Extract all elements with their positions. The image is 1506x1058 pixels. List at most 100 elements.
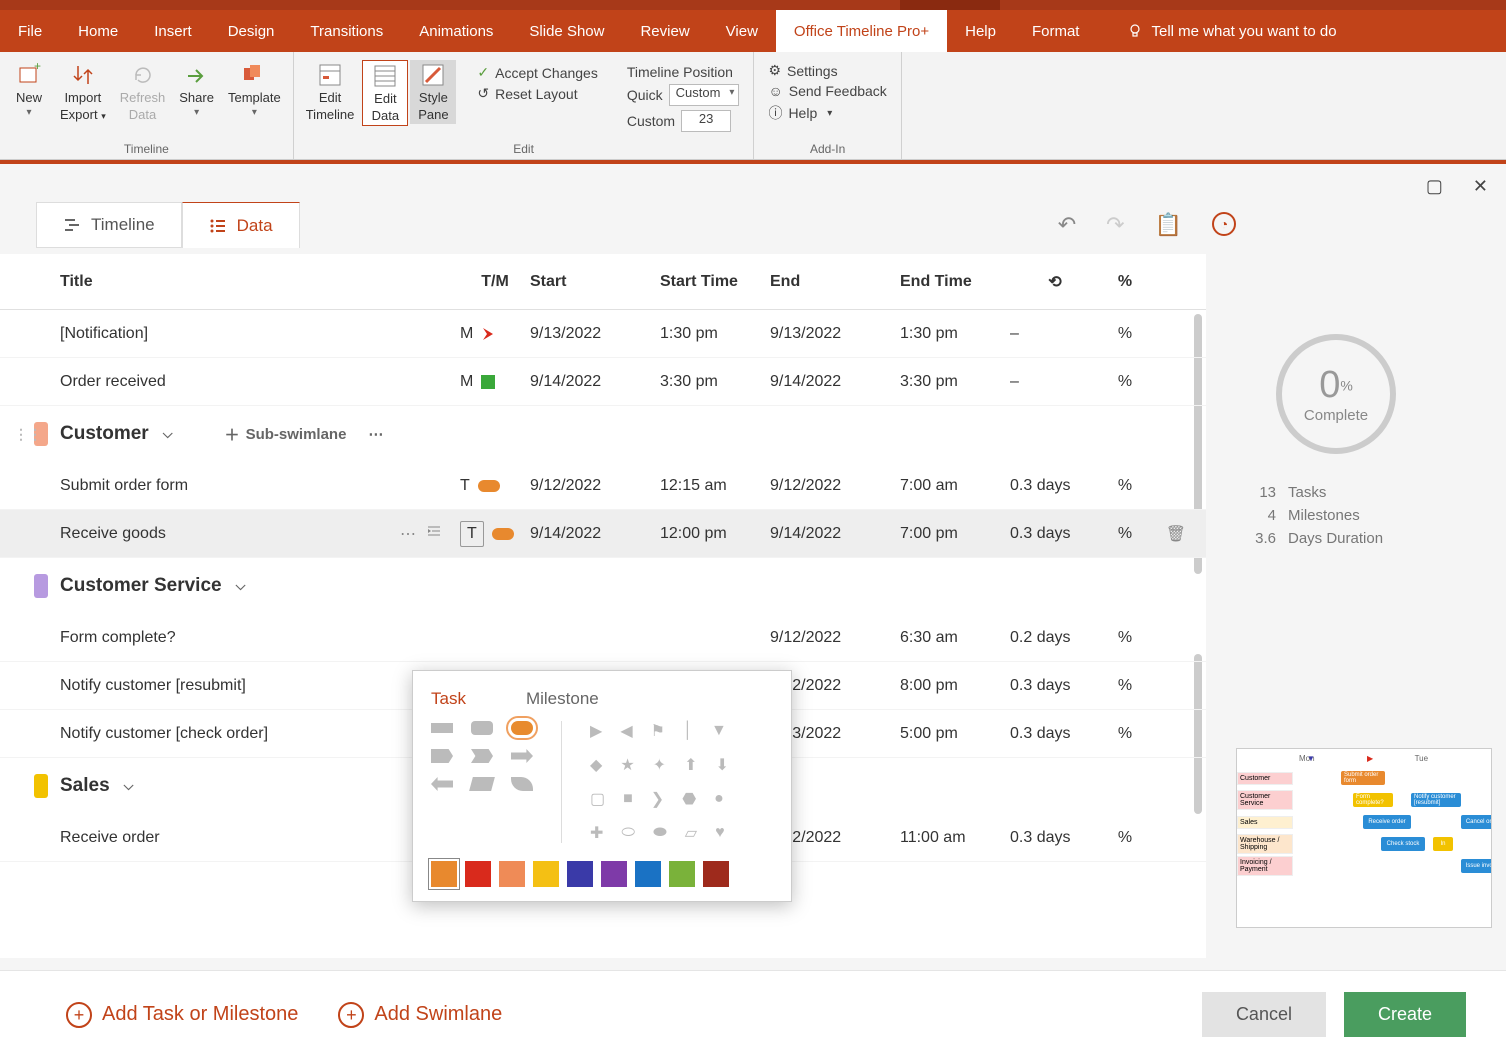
tab-data[interactable]: Data <box>182 202 300 248</box>
col-end[interactable]: End <box>770 273 900 291</box>
table-row[interactable]: Form complete? 9/12/2022 6:30 am 0.2 day… <box>0 614 1206 662</box>
more-icon[interactable]: ⋯ <box>400 524 416 544</box>
color-swatch[interactable] <box>601 861 627 887</box>
custom-input[interactable]: 23 <box>681 110 731 132</box>
share-button[interactable]: Share ▾ <box>173 60 220 120</box>
table-row[interactable]: [Notification] M 9/13/2022 1:30 pm 9/13/… <box>0 310 1206 358</box>
trash-icon[interactable]: 🗑 <box>1166 524 1186 544</box>
shape-play[interactable]: ▶ <box>590 721 602 741</box>
color-swatch[interactable] <box>465 861 491 887</box>
shape-drop[interactable]: ⬭ <box>621 824 635 842</box>
template-button[interactable]: Template ▾ <box>222 60 287 120</box>
tell-me-search[interactable]: Tell me what you want to do <box>1127 10 1336 52</box>
color-swatch[interactable] <box>431 861 457 887</box>
shape-flag[interactable]: ⚑ <box>651 721 665 741</box>
swimlane-customer[interactable]: ⋮⋮ Customer ⌵ ＋Sub-swimlane ⋯ <box>0 406 1206 462</box>
swimlane-customer-service[interactable]: Customer Service ⌵ <box>0 558 1206 614</box>
shape-square-solid[interactable]: ■ <box>623 790 633 808</box>
color-swatch[interactable] <box>703 861 729 887</box>
shape-parallelogram-ms[interactable]: ▱ <box>685 823 697 843</box>
shape-chevron[interactable] <box>471 749 493 763</box>
tab-timeline[interactable]: Timeline <box>36 202 182 248</box>
col-end-time[interactable]: End Time <box>900 273 1010 291</box>
new-button[interactable]: + New ▾ <box>6 60 52 120</box>
color-swatch[interactable] <box>635 861 661 887</box>
add-task-milestone-button[interactable]: + Add Task or Milestone <box>66 1002 298 1028</box>
shape-star[interactable]: ★ <box>620 755 634 775</box>
table-row[interactable]: Submit order form T 9/12/2022 12:15 am 9… <box>0 462 1206 510</box>
import-export-button[interactable]: Import Export ▾ <box>54 60 112 124</box>
color-swatch[interactable] <box>533 861 559 887</box>
menu-file[interactable]: File <box>0 10 60 52</box>
col-tm[interactable]: T/M <box>460 273 530 291</box>
shape-arrow-left[interactable] <box>431 777 453 791</box>
accept-changes-button[interactable]: ✓Accept Changes <box>477 64 597 81</box>
more-icon[interactable]: ⋯ <box>368 425 383 443</box>
add-sub-swimlane-button[interactable]: ＋Sub-swimlane <box>225 424 347 445</box>
shape-burst[interactable]: ✦ <box>653 755 666 775</box>
menu-view[interactable]: View <box>708 10 776 52</box>
feedback-button[interactable]: ☺Send Feedback <box>768 83 886 99</box>
shape-rect-thin[interactable] <box>431 723 453 733</box>
table-row-active[interactable]: ⋯ Receive goods T 9/14/2022 12:00 pm 9/1… <box>0 510 1206 558</box>
popup-tab-milestone[interactable]: Milestone <box>526 689 599 709</box>
menu-help[interactable]: Help <box>947 10 1014 52</box>
shape-tag[interactable] <box>431 749 453 763</box>
shape-shield[interactable]: ⬣ <box>682 789 696 809</box>
shape-arrow-right[interactable] <box>511 749 533 763</box>
edit-timeline-button[interactable]: Edit Timeline <box>300 60 361 124</box>
add-swimlane-button[interactable]: + Add Swimlane <box>338 1002 502 1028</box>
col-pct[interactable]: % <box>1100 273 1150 291</box>
chevron-down-icon[interactable]: ⌵ <box>236 578 246 594</box>
shape-drop2[interactable]: ⬬ <box>653 824 667 842</box>
close-icon[interactable]: ✕ <box>1473 176 1488 197</box>
col-title[interactable]: Title <box>60 273 460 291</box>
shape-line[interactable]: │ <box>683 722 693 740</box>
cancel-button[interactable]: Cancel <box>1202 992 1326 1037</box>
shape-chevron-right[interactable]: ❯ <box>651 789 664 809</box>
color-swatch[interactable] <box>669 861 695 887</box>
menu-format[interactable]: Format <box>1014 10 1098 52</box>
shape-rounded[interactable] <box>471 721 493 735</box>
shape-leaf[interactable] <box>511 777 533 791</box>
color-swatch[interactable] <box>499 861 525 887</box>
quick-select[interactable]: Custom <box>669 84 740 106</box>
indent-icon[interactable] <box>426 524 442 543</box>
menu-slideshow[interactable]: Slide Show <box>511 10 622 52</box>
shape-diamond[interactable]: ◆ <box>590 755 602 775</box>
chevron-down-icon[interactable]: ⌵ <box>124 778 134 794</box>
menu-transitions[interactable]: Transitions <box>292 10 401 52</box>
shape-tri-down[interactable]: ▼ <box>711 722 727 740</box>
menu-review[interactable]: Review <box>622 10 707 52</box>
settings-button[interactable]: ⚙Settings <box>768 62 837 79</box>
clipboard-icon[interactable]: 📋 <box>1155 212 1182 238</box>
style-pane-button[interactable]: Style Pane <box>410 60 456 124</box>
col-start[interactable]: Start <box>530 273 660 291</box>
reset-layout-button[interactable]: ↺Reset Layout <box>477 85 577 102</box>
undo-icon[interactable]: ↶ <box>1058 212 1076 238</box>
cell-tm-boxed[interactable]: T <box>460 521 484 547</box>
task-shape-icon[interactable] <box>492 528 514 540</box>
shape-plus[interactable]: ✚ <box>590 823 603 843</box>
clock-icon[interactable]: ◔ <box>1212 212 1236 236</box>
col-start-time[interactable]: Start Time <box>660 273 770 291</box>
color-swatch[interactable] <box>567 861 593 887</box>
maximize-icon[interactable]: ▢ <box>1426 176 1443 197</box>
shape-play-left[interactable]: ◀ <box>620 721 632 741</box>
table-row[interactable]: Order received M 9/14/2022 3:30 pm 9/14/… <box>0 358 1206 406</box>
chevron-down-icon[interactable]: ⌵ <box>163 426 173 442</box>
popup-tab-task[interactable]: Task <box>431 689 466 709</box>
shape-pill-selected[interactable] <box>511 721 533 735</box>
shape-arrow-down[interactable]: ⬇ <box>715 755 728 775</box>
menu-design[interactable]: Design <box>210 10 293 52</box>
menu-office-timeline[interactable]: Office Timeline Pro+ <box>776 10 947 52</box>
drag-handle-icon[interactable]: ⋮⋮ <box>14 426 42 443</box>
menu-insert[interactable]: Insert <box>136 10 210 52</box>
menu-animations[interactable]: Animations <box>401 10 511 52</box>
shape-heart[interactable]: ♥ <box>715 824 725 842</box>
edit-data-button[interactable]: Edit Data <box>362 60 408 126</box>
col-duration-icon[interactable]: ⟲ <box>1010 272 1100 292</box>
shape-rounded-sq[interactable]: ▢ <box>590 789 605 809</box>
help-button[interactable]: ⓘHelp▾ <box>768 103 832 123</box>
shape-arrow-up[interactable]: ⬆ <box>684 755 697 775</box>
